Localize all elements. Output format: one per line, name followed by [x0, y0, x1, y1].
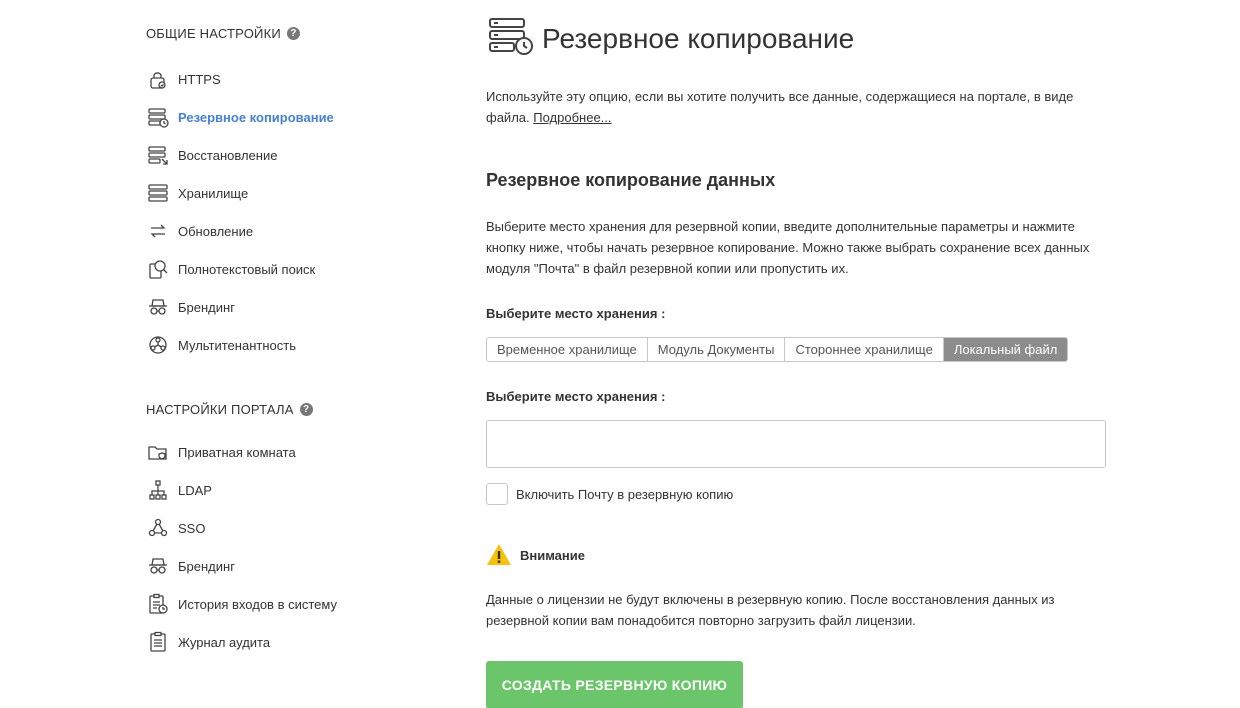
- sidebar-item-private-room[interactable]: Приватная комната: [146, 440, 296, 464]
- page-header: Резервное копирование: [488, 16, 854, 61]
- section-title: Резервное копирование данных: [486, 170, 776, 190]
- section-description: Выберите место хранения для резервной ко…: [486, 219, 1090, 276]
- private-room-icon: [146, 440, 170, 464]
- audit-log-icon: [146, 630, 170, 654]
- portal-settings-heading: НАСТРОЙКИ ПОРТАЛА ?: [146, 402, 313, 417]
- warning-text: Данные о лицензии не будут включены в ре…: [486, 592, 1055, 628]
- path-label: Выберите место хранения :: [486, 389, 666, 404]
- tab-documents-module[interactable]: Модуль Документы: [647, 338, 786, 361]
- sidebar-item-sso[interactable]: SSO: [146, 516, 205, 540]
- sidebar-item-audit-log[interactable]: Журнал аудита: [146, 630, 270, 654]
- warning-icon: [487, 544, 511, 565]
- sidebar-item-branding-portal[interactable]: Брендинг: [146, 554, 235, 578]
- backup-icon: [146, 105, 170, 129]
- help-icon[interactable]: ?: [286, 27, 300, 40]
- backup-icon: [488, 16, 536, 61]
- include-mail-checkbox[interactable]: [486, 483, 508, 505]
- sidebar-item-storage[interactable]: Хранилище: [146, 181, 248, 205]
- sidebar-item-restore[interactable]: Восстановление: [146, 143, 277, 167]
- sidebar-item-branding[interactable]: Брендинг: [146, 295, 235, 319]
- fulltext-search-icon: [146, 257, 170, 281]
- warning-title: Внимание: [520, 547, 585, 563]
- update-icon: [146, 219, 170, 243]
- branding-icon: [146, 295, 170, 319]
- login-history-icon: [146, 592, 170, 616]
- storage-tabs: Временное хранилище Модуль Документы Сто…: [486, 337, 1069, 362]
- more-info-link[interactable]: Подробнее...: [533, 110, 611, 125]
- sidebar-item-login-history[interactable]: История входов в систему: [146, 592, 337, 616]
- include-mail-row: Включить Почту в резервную копию: [486, 483, 733, 505]
- include-mail-label: Включить Почту в резервную копию: [516, 486, 734, 502]
- tab-third-party-storage[interactable]: Стороннее хранилище: [785, 338, 944, 361]
- restore-icon: [146, 143, 170, 167]
- tab-local-file[interactable]: Локальный файл: [943, 338, 1068, 361]
- storage-label: Выберите место хранения :: [486, 306, 666, 321]
- storage-icon: [146, 181, 170, 205]
- sidebar-item-backup[interactable]: Резервное копирование: [146, 105, 334, 129]
- warning-header: Внимание: [486, 543, 585, 567]
- multitenancy-icon: [146, 333, 170, 357]
- sidebar-item-ldap[interactable]: LDAP: [146, 478, 212, 502]
- sidebar-item-multitenancy[interactable]: Мультитенантность: [146, 333, 296, 357]
- sidebar-item-https[interactable]: HTTPS: [146, 67, 221, 91]
- sidebar-item-update[interactable]: Обновление: [146, 219, 253, 243]
- intro-text: Используйте эту опцию, если вы хотите по…: [486, 89, 1074, 125]
- tab-temporary-storage[interactable]: Временное хранилище: [487, 338, 648, 361]
- storage-path-input[interactable]: [486, 420, 1106, 468]
- sidebar-item-fulltext-search[interactable]: Полнотекстовый поиск: [146, 257, 315, 281]
- sso-icon: [146, 516, 170, 540]
- branding-icon: [146, 554, 170, 578]
- help-icon[interactable]: ?: [299, 403, 313, 416]
- ldap-icon: [146, 478, 170, 502]
- lock-icon: [146, 67, 170, 91]
- page-title: Резервное копирование: [542, 22, 855, 54]
- general-settings-heading: ОБЩИЕ НАСТРОЙКИ ?: [146, 26, 300, 41]
- create-backup-button[interactable]: СОЗДАТЬ РЕЗЕРВНУЮ КОПИЮ: [486, 661, 743, 708]
